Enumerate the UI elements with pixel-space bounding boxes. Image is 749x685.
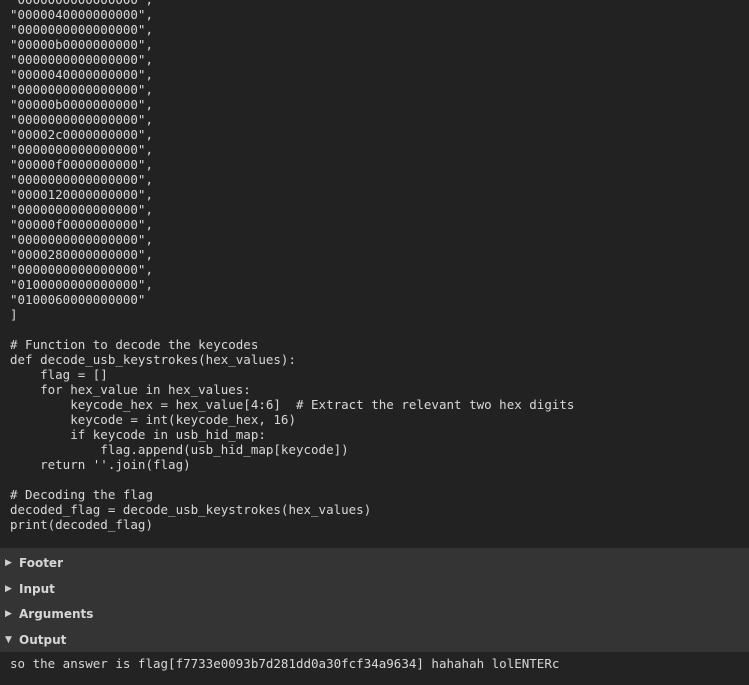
code-editor[interactable]: "0000000000000000", "0000040000000000", … xyxy=(0,0,749,548)
section-arguments-header[interactable]: ▶ Arguments xyxy=(0,601,749,626)
section-footer-header[interactable]: ▶ Footer xyxy=(0,550,749,575)
section-arguments-label: Arguments xyxy=(19,606,94,621)
output-panel: so the answer is flag[f7733e0093b7d281dd… xyxy=(0,652,749,685)
section-footer-label: Footer xyxy=(19,555,63,570)
collapsed-arrow-icon: ▶ xyxy=(5,583,12,594)
collapsed-arrow-icon: ▶ xyxy=(5,608,12,619)
expanded-arrow-icon: ▼ xyxy=(5,634,12,645)
section-output-label: Output xyxy=(19,632,67,647)
section-input-header[interactable]: ▶ Input xyxy=(0,576,749,601)
section-input-label: Input xyxy=(19,581,55,596)
collapsed-arrow-icon: ▶ xyxy=(5,557,12,568)
code-text[interactable]: "0000000000000000", "0000040000000000", … xyxy=(10,0,574,532)
section-output-header[interactable]: ▼ Output xyxy=(0,627,749,652)
output-text[interactable]: so the answer is flag[f7733e0093b7d281dd… xyxy=(10,656,559,671)
